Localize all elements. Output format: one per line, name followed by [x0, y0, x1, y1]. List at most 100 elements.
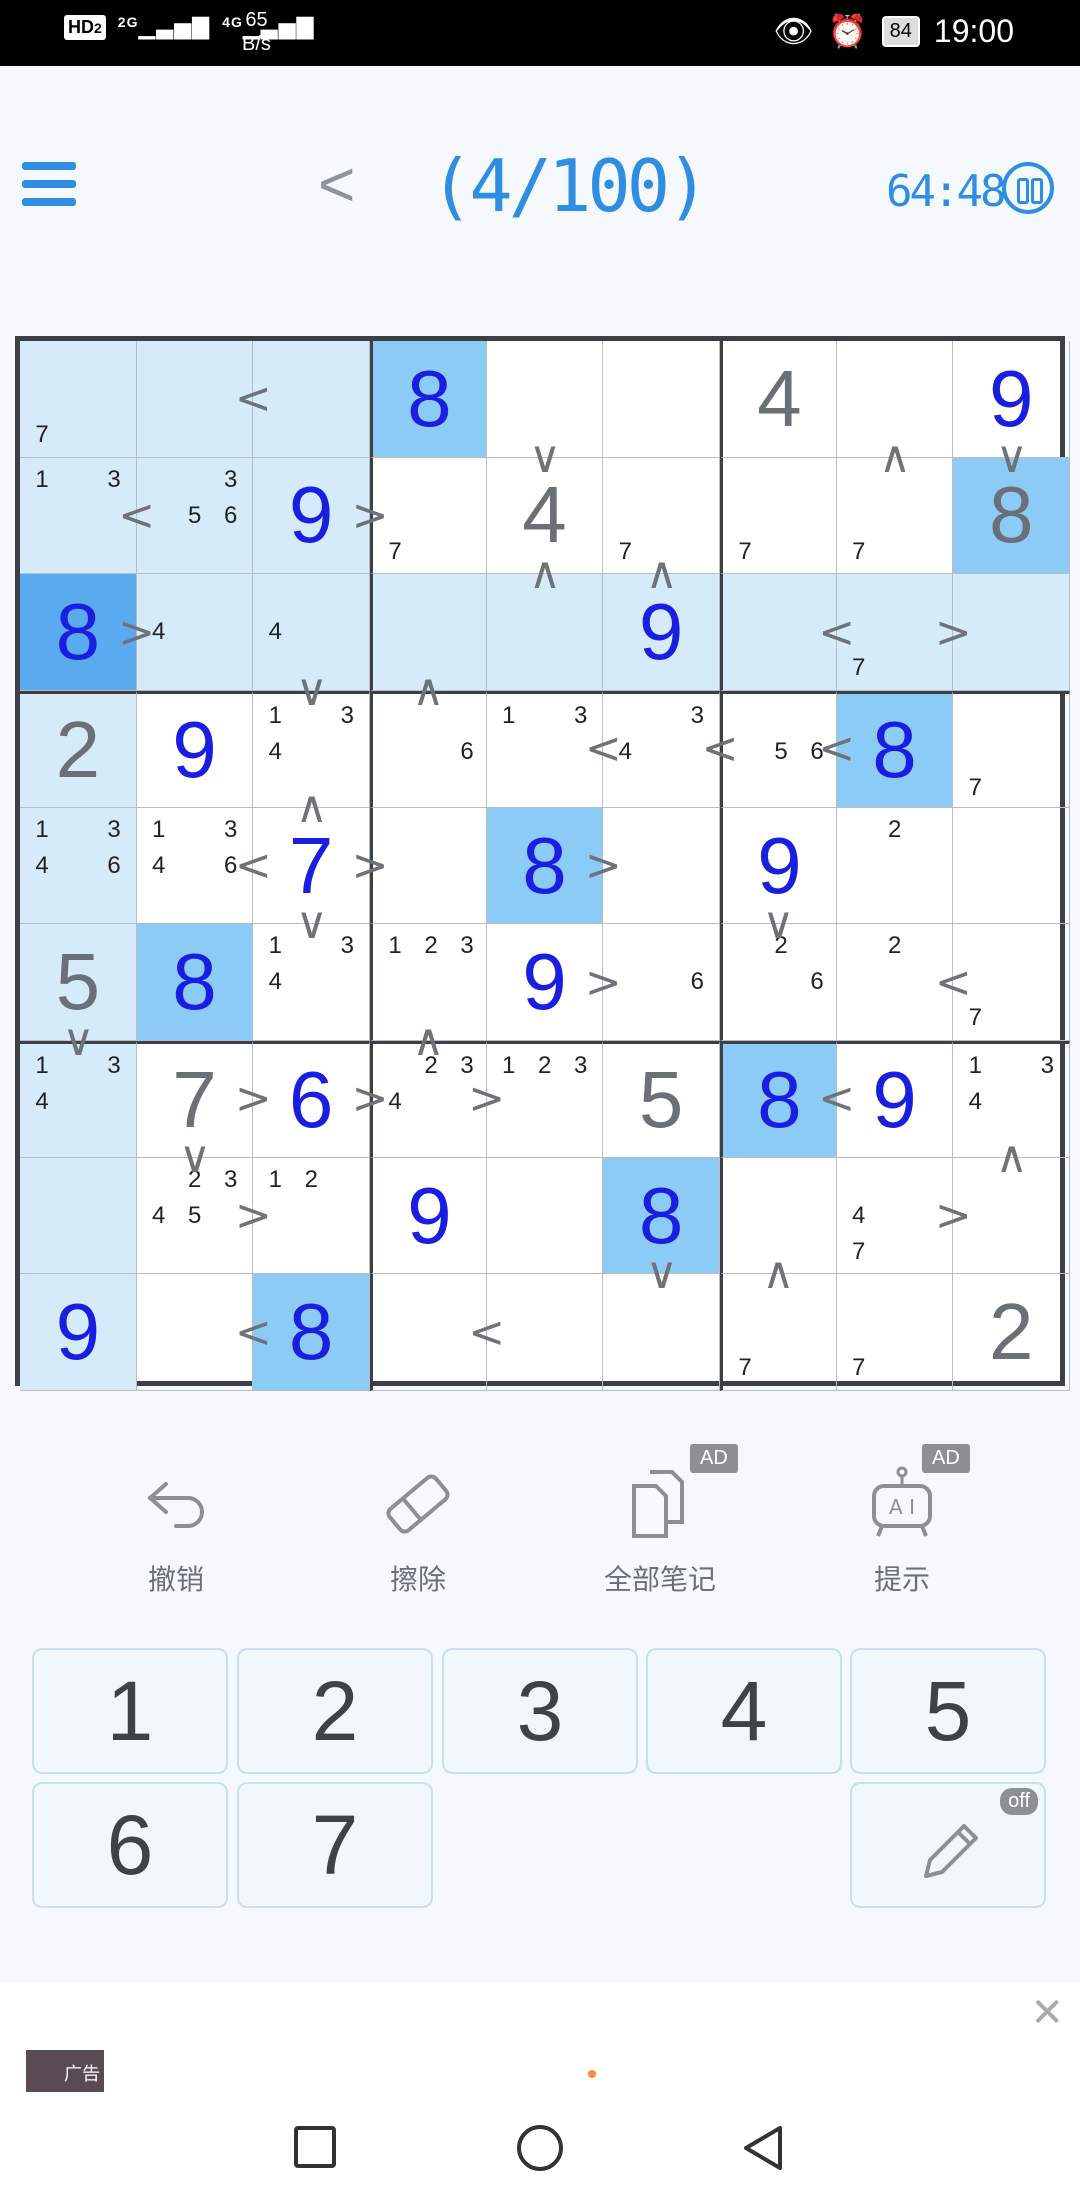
board-cell[interactable] [486, 1157, 604, 1275]
key-1[interactable]: 1 [32, 1648, 228, 1774]
note-digit: 4 [151, 851, 166, 879]
note-digit [763, 770, 799, 806]
game-header: < (4/100) 64:48 [0, 66, 1080, 306]
menu-icon[interactable] [22, 162, 76, 206]
note-digit [799, 1314, 835, 1350]
note-digit [993, 770, 1029, 806]
board-cell[interactable]: 7 [20, 341, 137, 458]
note-digit [293, 964, 329, 1000]
erase-button[interactable]: 擦除 [328, 1440, 508, 1620]
key-3[interactable]: 3 [442, 1648, 638, 1774]
notes-icon [632, 1470, 684, 1538]
note-digit [293, 1000, 329, 1036]
board-cell[interactable]: 8 [136, 924, 254, 1041]
note-digit [96, 884, 132, 920]
note-digit [177, 812, 213, 848]
note-digit [213, 534, 249, 570]
note-digit [993, 698, 1029, 734]
recent-apps-icon[interactable] [290, 2122, 340, 2172]
board-cell[interactable]: 5 [603, 1041, 720, 1158]
board-cell[interactable] [20, 1157, 137, 1275]
key-6[interactable]: 6 [32, 1782, 228, 1908]
note-digit [329, 770, 365, 806]
note-digit [763, 698, 799, 734]
board-cell[interactable] [603, 341, 720, 458]
chevron-left-icon[interactable]: < [318, 152, 355, 216]
note-digit [60, 812, 96, 848]
board-cell[interactable]: 2 [836, 807, 954, 925]
note-digit [679, 498, 715, 534]
board-cell[interactable]: 2 [20, 691, 137, 808]
board-cell[interactable]: 8 [370, 341, 487, 458]
close-icon[interactable]: ✕ [1030, 1990, 1064, 2036]
note-digit: 5 [187, 1201, 202, 1229]
note-digit [643, 1000, 679, 1036]
inequality-sign: < [234, 840, 272, 891]
note-digit [413, 964, 449, 1000]
note-digit [913, 498, 949, 534]
key-2[interactable]: 2 [237, 1648, 433, 1774]
home-icon[interactable] [514, 2122, 566, 2174]
note-digit: 3 [340, 702, 354, 729]
board-cell[interactable]: 7 [953, 691, 1071, 808]
all-notes-label: 全部笔记 [603, 1564, 716, 1595]
note-digit [177, 1234, 213, 1270]
key-7[interactable]: 7 [237, 1782, 433, 1908]
svg-text:A I: A I [889, 1495, 915, 1519]
note-digit [377, 1120, 413, 1156]
note-digit [329, 578, 365, 614]
note-digit [913, 1314, 949, 1350]
pencil-toggle-button[interactable]: off [850, 1782, 1046, 1908]
back-icon[interactable] [738, 2122, 788, 2174]
note-digit [841, 928, 877, 964]
ad-banner[interactable]: ✕ 广告 [0, 1982, 1080, 2092]
hint-button[interactable]: A I AD 提示 [812, 1440, 992, 1620]
undo-button[interactable]: 撤销 [86, 1440, 266, 1620]
note-digit: 7 [852, 1237, 866, 1265]
note-digit [96, 345, 132, 381]
note-digit [799, 770, 835, 806]
board-cell[interactable]: 9 [20, 1274, 137, 1392]
note-digit [293, 578, 329, 614]
note-digit [60, 498, 96, 534]
note-digit: 1 [968, 1052, 983, 1080]
pause-icon[interactable] [1002, 162, 1054, 214]
board-cell[interactable]: 1 3 4 6 [20, 807, 137, 925]
board-cell[interactable] [953, 807, 1071, 925]
note-digit [763, 498, 799, 534]
note-digit [1029, 770, 1065, 806]
note-digit [449, 964, 485, 1000]
note-digit [877, 848, 913, 884]
cell-value: 2 [988, 1287, 1034, 1377]
board-cell[interactable]: 4 [720, 341, 837, 458]
note-digit [877, 578, 913, 614]
note-digit: 7 [968, 774, 983, 801]
note-digit: 3 [223, 465, 238, 493]
note-digit [799, 1000, 835, 1036]
note-digit [60, 534, 96, 570]
note-digit [993, 928, 1029, 964]
note-digit [877, 498, 913, 534]
note-digit [449, 1000, 485, 1036]
note-digit: 6 [223, 501, 238, 529]
note-digit [913, 848, 949, 884]
alarm-icon: ⏰ [827, 13, 868, 49]
all-notes-button[interactable]: AD 全部笔记 [570, 1440, 750, 1620]
note-digit [449, 770, 485, 806]
note-digit [24, 1120, 60, 1156]
note-digit [293, 734, 329, 770]
note-digit [257, 578, 293, 614]
board-cell[interactable]: 9 [370, 1157, 487, 1275]
cell-value: 9 [407, 1170, 452, 1260]
note-digit [727, 770, 763, 806]
board-cell[interactable]: 7 [836, 1274, 954, 1392]
note-digit [563, 1120, 599, 1156]
ai-hint-icon: A I [872, 1466, 932, 1537]
board-cell[interactable]: 7 [720, 457, 837, 575]
key-4[interactable]: 4 [646, 1648, 842, 1774]
board-cell[interactable]: 9 [136, 691, 254, 808]
note-digit [527, 770, 563, 806]
key-5[interactable]: 5 [850, 1648, 1046, 1774]
board-cell[interactable]: 2 [953, 1274, 1071, 1392]
note-digit [413, 462, 449, 498]
